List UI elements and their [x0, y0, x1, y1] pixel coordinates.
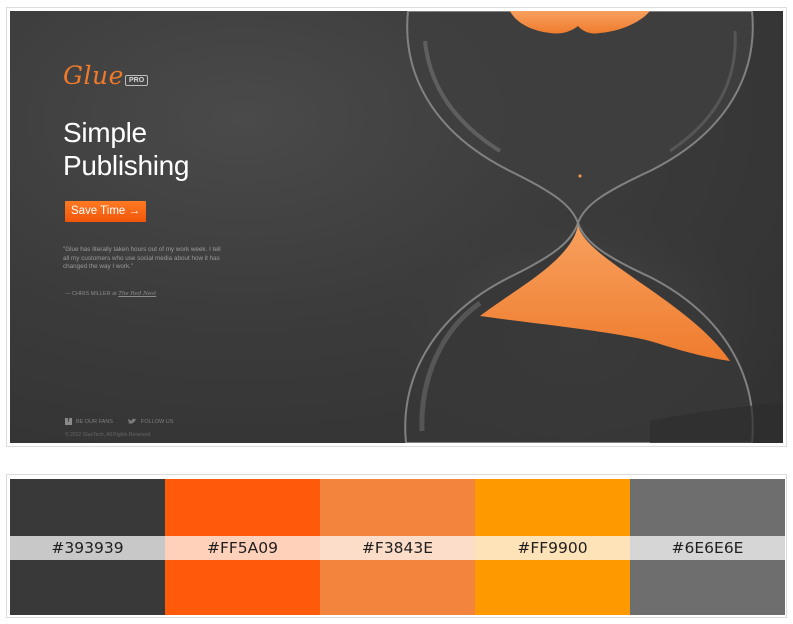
headline-line-1: Simple — [63, 117, 147, 148]
copyright-text: © 2012 GlueTech, All Rights Reserved. — [65, 432, 152, 438]
follow-link[interactable]: FOLLOW US — [127, 418, 173, 425]
headline-line-2: Publishing — [63, 150, 190, 181]
swatch-hex-code: #393939 — [51, 539, 124, 557]
citation-author: — CHRIS MILLER at — [65, 291, 117, 297]
follow-label: FOLLOW US — [141, 418, 174, 425]
pro-badge: PRO — [125, 75, 149, 86]
swatch-hex-code: #FF5A09 — [206, 539, 278, 557]
swatch-2: #FF5A09 — [165, 479, 320, 615]
facebook-icon: f — [65, 418, 72, 425]
swatch-hex-code: #6E6E6E — [671, 539, 744, 557]
fans-link[interactable]: f BE OUR FANS — [65, 418, 113, 425]
testimonial-citation: — CHRIS MILLER at The Red Nest — [65, 291, 156, 297]
citation-publication-link[interactable]: The Red Nest — [118, 291, 156, 297]
screenshot-frame: Glue PRO Simple Publishing Save Time → "… — [6, 7, 787, 447]
swatch-3: #F3843E — [320, 479, 475, 615]
glue-logo[interactable]: Glue — [63, 61, 124, 90]
color-palette: #393939 #FF5A09 #F3843E #FF9900 #6E6E6E — [6, 474, 787, 618]
testimonial-quote: "Glue has literally taken hours out of m… — [63, 246, 221, 271]
save-time-button[interactable]: Save Time → — [65, 201, 146, 222]
swatch-4: #FF9900 — [475, 479, 630, 615]
twitter-bird-icon — [128, 418, 137, 424]
hero-section: Glue PRO Simple Publishing Save Time → "… — [10, 11, 783, 443]
swatch-hex-code: #FF9900 — [517, 539, 588, 557]
swatch-1: #393939 — [10, 479, 165, 615]
hero-headline: Simple Publishing — [63, 116, 263, 182]
swatch-hex-code: #F3843E — [361, 539, 434, 557]
swatch-5: #6E6E6E — [630, 479, 785, 615]
fans-label: BE OUR FANS — [76, 418, 113, 425]
